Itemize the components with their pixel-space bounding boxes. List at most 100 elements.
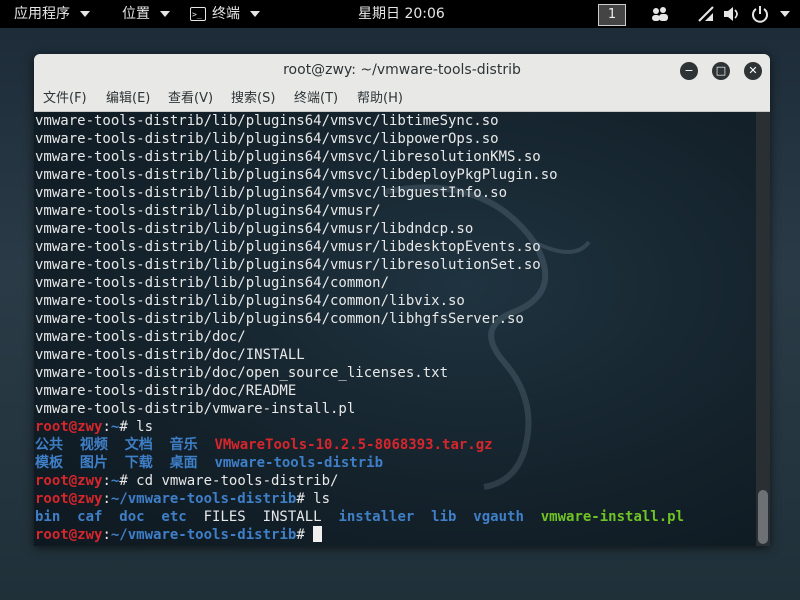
terminal-line: root@zwy:~/vmware-tools-distrib# — [35, 526, 684, 544]
terminal-text: : — [102, 473, 111, 489]
terminal-line: root@zwy:~/vmware-tools-distrib# ls — [35, 490, 684, 508]
terminal-app-menu[interactable]: 终端 — [190, 0, 260, 29]
terminal-text: 公共 视频 文档 音乐 — [35, 437, 215, 453]
maximize-button[interactable]: □ — [712, 62, 730, 80]
terminal-line: vmware-tools-distrib/lib/plugins64/vmsvc… — [35, 166, 684, 184]
terminal-icon — [190, 1, 206, 29]
terminal-window: root@zwy: ~/vmware-tools-distrib − □ ✕ 文… — [34, 54, 770, 546]
terminal-text: vmware-tools-distrib/lib/plugins64/commo… — [35, 293, 465, 309]
workspace-indicator[interactable]: 1 — [598, 4, 626, 26]
terminal-text: vmware-tools-distrib — [214, 455, 384, 471]
close-button[interactable]: ✕ — [744, 62, 762, 80]
terminal-text: # cd vmware-tools-distrib/ — [119, 473, 339, 489]
terminal-text: # — [296, 527, 314, 543]
terminal-text: vmware-tools-distrib/vmware-install.pl — [35, 401, 356, 417]
terminal-line: vmware-tools-distrib/lib/plugins64/vmusr… — [35, 238, 684, 256]
menu-bar: 文件(F) 编辑(E) 查看(V) 搜索(S) 终端(T) 帮助(H) — [34, 87, 770, 112]
terminal-line: vmware-tools-distrib/lib/plugins64/vmsvc… — [35, 112, 684, 130]
menu-file[interactable]: 文件(F) — [43, 87, 87, 111]
terminal-text: vmware-tools-distrib/lib/plugins64/vmusr… — [35, 257, 541, 273]
scrollbar-thumb[interactable] — [758, 490, 768, 544]
terminal-line: vmware-tools-distrib/vmware-install.pl — [35, 400, 684, 418]
terminal-text: vmware-tools-distrib/lib/plugins64/commo… — [35, 275, 390, 291]
terminal-text: vmware-tools-distrib/lib/plugins64/vmsvc… — [35, 131, 499, 147]
menu-edit[interactable]: 编辑(E) — [106, 87, 150, 111]
scrollbar[interactable] — [756, 112, 770, 546]
terminal-text: vmware-tools-distrib/doc/README — [35, 383, 297, 399]
wireless-icon[interactable] — [696, 4, 716, 24]
places-menu-label: 位置 — [122, 6, 150, 22]
applications-menu-label: 应用程序 — [14, 6, 70, 22]
terminal-text: : — [102, 527, 111, 543]
text-cursor — [313, 526, 323, 542]
clock-label: 星期日 20:06 — [358, 6, 445, 22]
chevron-down-icon — [160, 11, 170, 17]
minimize-button[interactable]: − — [680, 62, 698, 80]
terminal-line: vmware-tools-distrib/lib/plugins64/vmsvc… — [35, 184, 684, 202]
window-title: root@zwy: ~/vmware-tools-distrib — [283, 62, 521, 78]
menu-help[interactable]: 帮助(H) — [357, 87, 403, 111]
menu-search[interactable]: 搜索(S) — [231, 87, 275, 111]
terminal-line: root@zwy:~# ls — [35, 418, 684, 436]
terminal-line: vmware-tools-distrib/lib/plugins64/vmsvc… — [35, 130, 684, 148]
terminal-line: vmware-tools-distrib/lib/plugins64/vmusr… — [35, 202, 684, 220]
terminal-line: vmware-tools-distrib/doc/INSTALL — [35, 346, 684, 364]
terminal-text: vmware-tools-distrib/lib/plugins64/vmsvc… — [35, 167, 558, 183]
terminal-text: vmware-tools-distrib/lib/plugins64/vmsvc… — [35, 149, 541, 165]
terminal-text: vmware-tools-distrib/lib/plugins64/vmusr… — [35, 221, 474, 237]
terminal-line: vmware-tools-distrib/doc/open_source_lic… — [35, 364, 684, 382]
terminal-text: VMwareTools-10.2.5-8068393.tar.gz — [214, 437, 493, 453]
terminal-line: vmware-tools-distrib/lib/plugins64/vmusr… — [35, 256, 684, 274]
terminal-line: vmware-tools-distrib/lib/plugins64/vmsvc… — [35, 148, 684, 166]
system-menu-chevron-icon[interactable] — [780, 11, 790, 17]
terminal-text: vmware-tools-distrib/lib/plugins64/vmsvc… — [35, 113, 499, 129]
terminal-line: vmware-tools-distrib/lib/plugins64/commo… — [35, 274, 684, 292]
terminal-text: vmware-tools-distrib/lib/plugins64/vmusr… — [35, 239, 541, 255]
terminal-text: installer lib vgauth — [338, 509, 524, 525]
terminal-text: ~/vmware-tools-distrib — [110, 491, 297, 507]
terminal-text: root@zwy — [35, 491, 103, 507]
terminal-text: vmware-install.pl — [540, 509, 685, 525]
terminal-text: vmware-tools-distrib/lib/plugins64/commo… — [35, 311, 524, 327]
terminal-output[interactable]: vmware-tools-distrib/lib/plugins64/vmsvc… — [34, 112, 756, 546]
applications-menu[interactable]: 应用程序 — [14, 0, 90, 28]
terminal-text: 模板 图片 下载 桌面 — [35, 455, 215, 471]
terminal-line: 公共 视频 文档 音乐 VMwareTools-10.2.5-8068393.t… — [35, 436, 684, 454]
terminal-text: bin caf doc etc — [35, 509, 187, 525]
chevron-down-icon — [80, 11, 90, 17]
terminal-lines: vmware-tools-distrib/lib/plugins64/vmsvc… — [35, 112, 684, 544]
terminal-line: root@zwy:~# cd vmware-tools-distrib/ — [35, 472, 684, 490]
menu-view[interactable]: 查看(V) — [168, 87, 213, 111]
terminal-text: root@zwy — [35, 473, 103, 489]
terminal-text: root@zwy — [35, 419, 103, 435]
chevron-down-icon — [250, 11, 260, 17]
terminal-line: vmware-tools-distrib/lib/plugins64/vmusr… — [35, 220, 684, 238]
terminal-line: vmware-tools-distrib/lib/plugins64/commo… — [35, 310, 684, 328]
menu-terminal[interactable]: 终端(T) — [294, 87, 338, 111]
volume-icon[interactable] — [722, 4, 742, 24]
terminal-text: vmware-tools-distrib/doc/INSTALL — [35, 347, 305, 363]
terminal-text: # ls — [296, 491, 331, 507]
terminal-text: vmware-tools-distrib/doc/ — [35, 329, 246, 345]
terminal-line: vmware-tools-distrib/doc/ — [35, 328, 684, 346]
terminal-line: vmware-tools-distrib/lib/plugins64/commo… — [35, 292, 684, 310]
terminal-text: root@zwy — [35, 527, 103, 543]
top-panel: 应用程序 位置 终端 星期日 20:06 1 — [0, 0, 800, 29]
people-icon[interactable] — [650, 4, 670, 24]
terminal-line: bin caf doc etc FILES INSTALL installer … — [35, 508, 684, 526]
places-menu[interactable]: 位置 — [122, 0, 170, 28]
terminal-line: vmware-tools-distrib/doc/README — [35, 382, 684, 400]
terminal-text: : — [102, 491, 111, 507]
terminal-app-label: 终端 — [212, 6, 240, 22]
terminal-text: ~/vmware-tools-distrib — [110, 527, 297, 543]
terminal-text: vmware-tools-distrib/doc/open_source_lic… — [35, 365, 449, 381]
power-icon[interactable] — [750, 4, 770, 24]
clock[interactable]: 星期日 20:06 — [358, 0, 445, 28]
terminal-line: 模板 图片 下载 桌面 vmware-tools-distrib — [35, 454, 684, 472]
terminal-text: vmware-tools-distrib/lib/plugins64/vmsvc… — [35, 185, 508, 201]
terminal-text: # ls — [119, 419, 154, 435]
terminal-text: vmware-tools-distrib/lib/plugins64/vmusr… — [35, 203, 381, 219]
title-bar[interactable]: root@zwy: ~/vmware-tools-distrib − □ ✕ — [34, 54, 770, 88]
terminal-text: : — [102, 419, 111, 435]
